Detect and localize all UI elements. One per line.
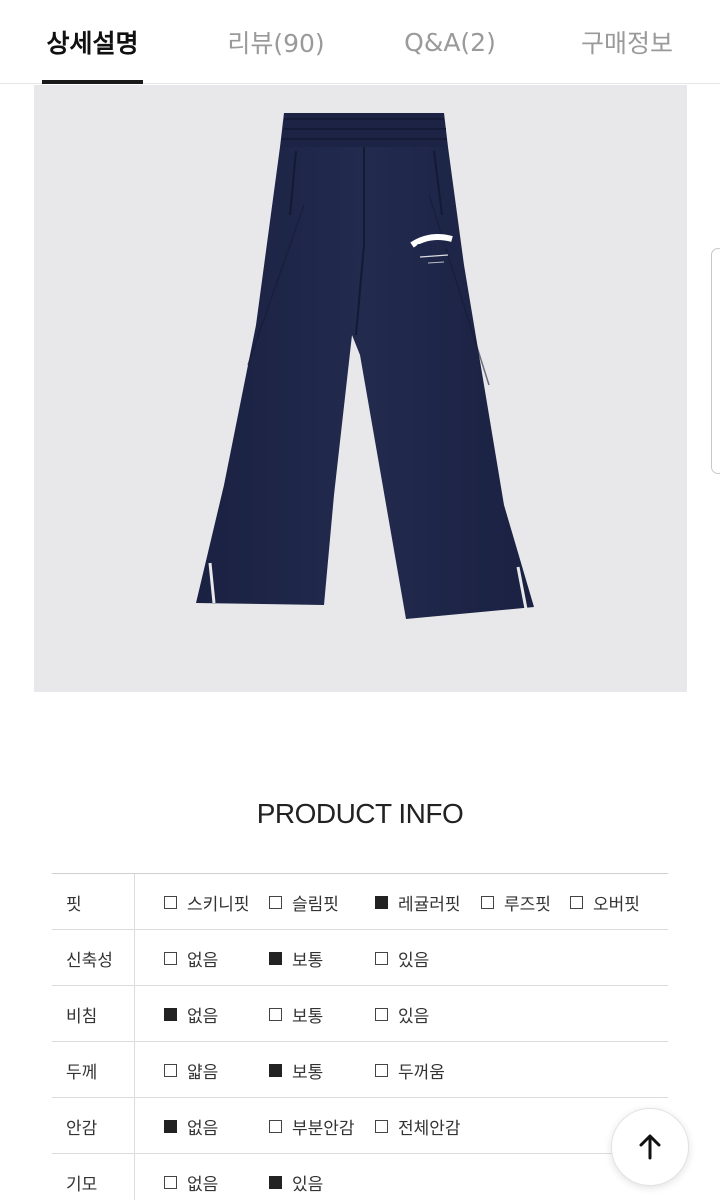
checkbox-icon <box>164 1063 177 1077</box>
checkbox-icon <box>481 895 494 909</box>
option-item: 없음 <box>164 986 218 1042</box>
active-tab-indicator <box>42 80 143 84</box>
sweatpants-illustration: GEORGIA <box>196 113 534 619</box>
info-row-fit: 핏 스키니핏 슬림핏 레귤러핏 루즈핏 오버핏 <box>52 874 668 930</box>
option-label: 레귤러핏 <box>398 894 461 915</box>
arrow-up-icon <box>639 1134 661 1160</box>
option-item: 보통 <box>269 986 323 1042</box>
checkbox-filled-icon <box>269 951 282 965</box>
checkbox-filled-icon <box>269 1175 282 1189</box>
tab-purchase-info[interactable]: 구매정보 <box>567 0 687 84</box>
checkbox-filled-icon <box>164 1119 177 1133</box>
checkbox-icon <box>269 1119 282 1133</box>
option-label: 두꺼움 <box>398 1062 445 1083</box>
option-label: 얇음 <box>187 1062 219 1083</box>
info-row-sheerness: 비침 없음 보통 있음 <box>52 986 668 1042</box>
info-row-label: 비침 <box>52 986 135 1042</box>
checkbox-icon <box>375 1007 388 1021</box>
option-label: 있음 <box>292 1174 324 1195</box>
option-label: 없음 <box>187 950 219 971</box>
option-label: 없음 <box>187 1118 219 1139</box>
tab-reviews[interactable]: 리뷰(90) <box>215 0 337 84</box>
option-item: 루즈핏 <box>481 874 551 930</box>
option-label: 있음 <box>398 1006 430 1027</box>
info-row-stretch: 신축성 없음 보통 있음 <box>52 930 668 986</box>
option-label: 슬림핏 <box>292 894 339 915</box>
scroll-to-top-button[interactable] <box>611 1108 689 1186</box>
option-item: 얇음 <box>164 1042 218 1098</box>
info-row-lining: 안감 없음 부분안감 전체안감 <box>52 1098 668 1154</box>
option-item: 부분안감 <box>269 1098 355 1154</box>
info-row-label: 기모 <box>52 1154 135 1200</box>
option-item: 없음 <box>164 1154 218 1200</box>
info-row-brushed: 기모 없음 있음 <box>52 1154 668 1200</box>
product-info-table: 핏 스키니핏 슬림핏 레귤러핏 루즈핏 오버핏 신축성 없음 보통 있음 비침 … <box>52 873 668 1200</box>
option-label: 있음 <box>398 950 430 971</box>
option-item: 오버핏 <box>570 874 640 930</box>
checkbox-icon <box>269 1007 282 1021</box>
option-item: 없음 <box>164 930 218 986</box>
option-item: 스키니핏 <box>164 874 250 930</box>
option-label: 보통 <box>292 950 324 971</box>
option-item: 있음 <box>375 930 429 986</box>
checkbox-filled-icon <box>269 1063 282 1077</box>
option-item: 전체안감 <box>375 1098 461 1154</box>
info-row-label: 안감 <box>52 1098 135 1154</box>
info-row-label: 핏 <box>52 874 135 930</box>
option-label: 스키니핏 <box>187 894 250 915</box>
option-label: 오버핏 <box>593 894 640 915</box>
checkbox-icon <box>164 895 177 909</box>
checkbox-icon <box>375 951 388 965</box>
checkbox-icon <box>375 1063 388 1077</box>
option-item: 레귤러핏 <box>375 874 461 930</box>
checkbox-icon <box>570 895 583 909</box>
option-label: 부분안감 <box>292 1118 355 1139</box>
tab-qna[interactable]: Q&A(2) <box>392 0 508 84</box>
info-row-thickness: 두께 얇음 보통 두꺼움 <box>52 1042 668 1098</box>
checkbox-filled-icon <box>375 895 388 909</box>
checkbox-icon <box>375 1119 388 1133</box>
checkbox-filled-icon <box>164 1007 177 1021</box>
option-item: 슬림핏 <box>269 874 339 930</box>
option-label: 없음 <box>187 1006 219 1027</box>
checkbox-icon <box>164 1175 177 1189</box>
option-item: 두꺼움 <box>375 1042 445 1098</box>
side-scroll-handle[interactable] <box>711 248 720 474</box>
option-item: 있음 <box>375 986 429 1042</box>
option-label: 보통 <box>292 1062 324 1083</box>
product-info-title: PRODUCT INFO <box>256 798 464 829</box>
option-label: 없음 <box>187 1174 219 1195</box>
product-image: GEORGIA <box>34 85 687 692</box>
tab-description[interactable]: 상세설명 <box>42 0 143 84</box>
checkbox-icon <box>164 951 177 965</box>
option-label: 보통 <box>292 1006 324 1027</box>
option-item: 보통 <box>269 930 323 986</box>
logo-lettering: GEORGIA <box>416 243 452 251</box>
info-row-label: 신축성 <box>52 930 135 986</box>
info-row-label: 두께 <box>52 1042 135 1098</box>
option-item: 있음 <box>269 1154 323 1200</box>
option-item: 보통 <box>269 1042 323 1098</box>
option-label: 루즈핏 <box>504 894 551 915</box>
option-item: 없음 <box>164 1098 218 1154</box>
detail-tabs: 상세설명 리뷰(90) Q&A(2) 구매정보 <box>0 0 720 84</box>
option-label: 전체안감 <box>398 1118 461 1139</box>
checkbox-icon <box>269 895 282 909</box>
